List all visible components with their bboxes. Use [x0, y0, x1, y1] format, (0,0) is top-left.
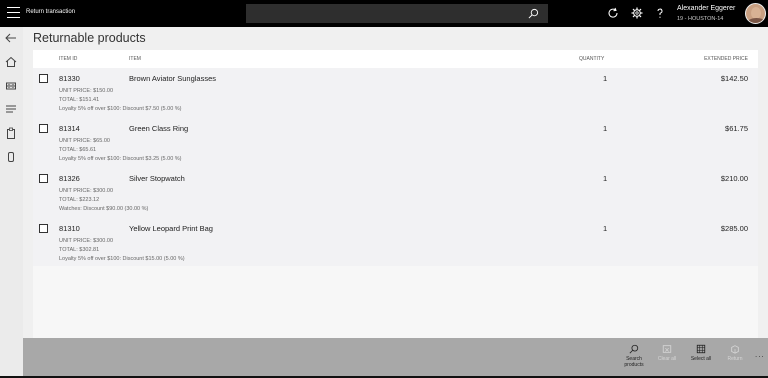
item-extended-price: $210.00: [720, 174, 748, 183]
row-checkbox[interactable]: [39, 174, 48, 183]
item-id: 81330: [59, 74, 80, 83]
home-icon[interactable]: [5, 56, 17, 68]
more-options-icon[interactable]: ...: [755, 350, 765, 359]
return-button[interactable]: Return: [720, 344, 750, 362]
clipboard-icon[interactable]: [5, 127, 17, 139]
return-label: Return: [727, 356, 743, 362]
item-name: Green Class Ring: [129, 124, 189, 133]
table-header: ITEM ID ITEM QUANTITY EXTENDED PRICE: [33, 50, 758, 68]
search-products-label: Search products: [624, 356, 644, 368]
column-header-item: ITEM: [129, 56, 141, 62]
item-id: 81314: [59, 124, 80, 133]
returnable-products-table: ITEM ID ITEM QUANTITY EXTENDED PRICE 813…: [33, 50, 758, 338]
item-id: 81310: [59, 224, 80, 233]
products-icon[interactable]: [5, 80, 17, 92]
row-checkbox[interactable]: [39, 124, 48, 133]
avatar[interactable]: [745, 3, 766, 24]
top-bar: Return transaction Alexander Eggerer 19 …: [0, 0, 768, 27]
item-total: TOTAL: $65.61: [59, 147, 97, 153]
bottom-action-bar: Search products Clear all Select all Ret…: [23, 338, 768, 376]
item-extended-price: $285.00: [720, 224, 748, 233]
help-icon[interactable]: [654, 7, 666, 19]
list-icon[interactable]: [5, 103, 17, 115]
column-header-item-id: ITEM ID: [59, 56, 78, 62]
item-name: Silver Stopwatch: [129, 174, 185, 183]
page-title: Returnable products: [33, 31, 146, 45]
item-quantity: 1: [603, 224, 608, 233]
search-products-button[interactable]: Search products: [619, 344, 649, 368]
item-discount: Loyalty 5% off over $100: Discount $15.0…: [59, 256, 185, 262]
user-store: 19 - HOUSTON-14: [677, 16, 724, 22]
row-checkbox[interactable]: [39, 74, 48, 83]
user-name: Alexander Eggerer: [677, 5, 736, 12]
column-header-extended-price: EXTENDED PRICE: [704, 56, 748, 62]
column-header-quantity: QUANTITY: [579, 56, 605, 62]
select-all-label: Select all: [690, 356, 712, 362]
search-box[interactable]: [246, 4, 548, 23]
item-discount: Watches: Discount $90.00 (30.00 %): [59, 206, 149, 212]
select-all-icon: [696, 344, 706, 354]
table-body: 81330 Brown Aviator Sunglasses 1 $142.50…: [33, 68, 758, 266]
item-extended-price: $142.50: [720, 74, 748, 83]
clear-all-label: Clear all: [657, 356, 677, 362]
search-icon[interactable]: [528, 8, 539, 19]
row-checkbox[interactable]: [39, 224, 48, 233]
device-icon[interactable]: [5, 151, 17, 163]
item-unit-price: UNIT PRICE: $65.00: [59, 138, 110, 144]
refresh-icon[interactable]: [607, 7, 619, 19]
item-name: Yellow Leopard Print Bag: [129, 224, 213, 233]
main-content: Returnable products ITEM ID ITEM QUANTIT…: [23, 27, 768, 338]
item-id: 81326: [59, 174, 80, 183]
item-discount: Loyalty 5% off over $100: Discount $7.50…: [59, 106, 182, 112]
item-total: TOTAL: $151.41: [59, 97, 100, 103]
table-row[interactable]: 81330 Brown Aviator Sunglasses 1 $142.50…: [33, 68, 758, 118]
item-quantity: 1: [603, 74, 608, 83]
back-arrow-icon[interactable]: [5, 32, 17, 44]
return-box-icon: [731, 345, 739, 354]
item-unit-price: UNIT PRICE: $150.00: [59, 88, 114, 94]
item-quantity: 1: [603, 174, 608, 183]
item-name: Brown Aviator Sunglasses: [129, 74, 216, 83]
gear-icon[interactable]: [631, 7, 643, 19]
item-total: TOTAL: $223.12: [59, 197, 100, 203]
item-unit-price: UNIT PRICE: $300.00: [59, 188, 114, 194]
item-unit-price: UNIT PRICE: $300.00: [59, 238, 114, 244]
app-title: Return transaction: [26, 9, 76, 15]
hamburger-icon[interactable]: [7, 7, 20, 19]
table-row[interactable]: 81326 Silver Stopwatch 1 $210.00 UNIT PR…: [33, 168, 758, 218]
item-discount: Loyalty 5% off over $100: Discount $3.25…: [59, 156, 182, 162]
search-icon: [629, 344, 639, 354]
item-extended-price: $61.75: [725, 124, 748, 133]
item-quantity: 1: [603, 124, 608, 133]
table-row[interactable]: 81314 Green Class Ring 1 $61.75 UNIT PRI…: [33, 118, 758, 168]
left-nav-rail: [0, 27, 23, 378]
clear-all-button[interactable]: Clear all: [652, 344, 682, 362]
table-row[interactable]: 81310 Yellow Leopard Print Bag 1 $285.00…: [33, 218, 758, 268]
clear-all-icon: [662, 345, 672, 353]
select-all-button[interactable]: Select all: [686, 344, 716, 362]
item-total: TOTAL: $302.81: [59, 247, 100, 253]
